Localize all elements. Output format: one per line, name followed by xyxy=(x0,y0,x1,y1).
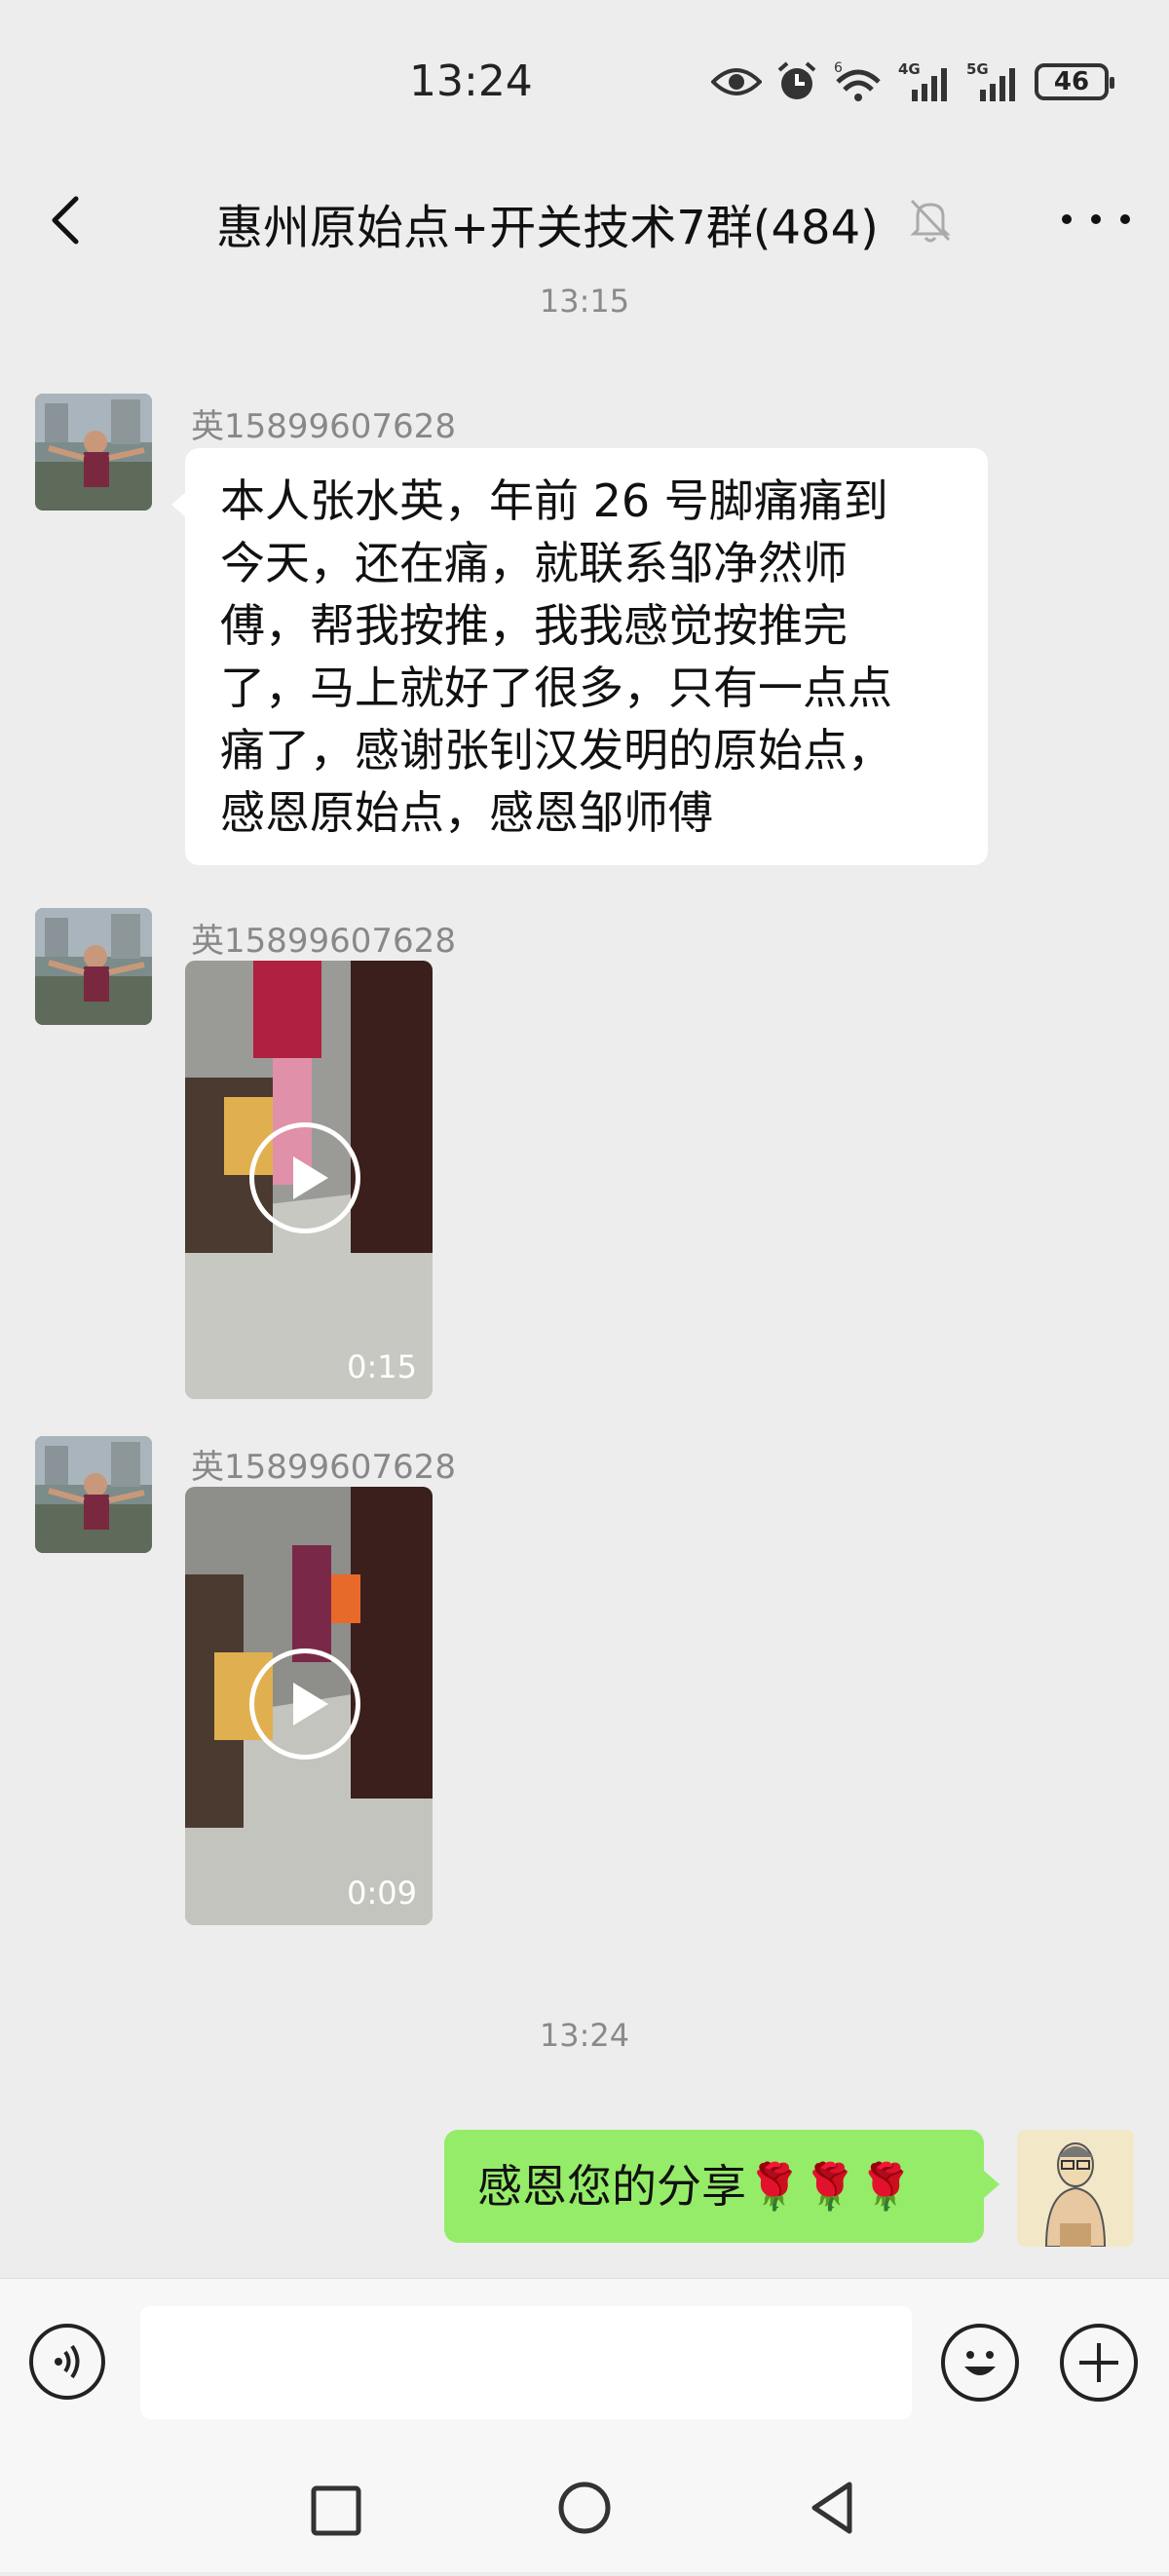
svg-text:4G: 4G xyxy=(898,60,921,78)
more-icon-dot xyxy=(1062,214,1072,224)
svg-text:6: 6 xyxy=(834,60,843,76)
plus-button[interactable] xyxy=(1060,2324,1138,2402)
status-bar: 13:24 6 4G 5G 46 xyxy=(0,0,1169,166)
more-button[interactable] xyxy=(1062,195,1130,244)
avatar[interactable] xyxy=(35,908,152,1025)
message-line: 痛了，感谢张钊汉发明的原始点， xyxy=(220,724,892,777)
eye-icon xyxy=(711,68,762,95)
status-time: 13:24 xyxy=(409,57,533,106)
message-line: 今天，还在痛，就联系邹净然师 xyxy=(220,537,848,589)
chat-title: 惠州原始点+开关技术7群(484) xyxy=(216,201,879,255)
message-line: 了，马上就好了很多，只有一点点 xyxy=(220,662,892,714)
system-nav-bar xyxy=(0,2443,1169,2572)
back-nav-button[interactable] xyxy=(775,2443,892,2572)
avatar[interactable] xyxy=(35,394,152,511)
voice-icon xyxy=(55,2344,80,2379)
video-duration: 0:09 xyxy=(347,1875,417,1912)
sender-name: 英15899607628 xyxy=(191,1448,456,1487)
svg-text:5G: 5G xyxy=(966,60,989,78)
sender-name: 英15899607628 xyxy=(191,407,456,446)
home-icon xyxy=(558,2481,611,2534)
voice-button[interactable] xyxy=(29,2324,105,2400)
home-button[interactable] xyxy=(526,2443,643,2572)
emoji-button[interactable] xyxy=(941,2324,1019,2402)
timestamp: 13:15 xyxy=(539,283,630,320)
sender-name: 英15899607628 xyxy=(191,922,456,961)
self-message-bubble[interactable]: 感恩您的分享🌹🌹🌹 xyxy=(444,2130,999,2243)
emoji-icon xyxy=(964,2351,996,2375)
play-icon xyxy=(249,1648,360,1760)
message-bubble[interactable]: 本人张水英，年前 26 号脚痛痛到 今天，还在痛，就联系邹净然师 傅，帮我按推，… xyxy=(171,448,988,865)
status-icons: 6 4G 5G 46 xyxy=(711,60,1114,103)
video-message[interactable]: 0:09 xyxy=(185,1487,433,1925)
self-avatar[interactable] xyxy=(1017,2130,1134,2247)
back-button[interactable] xyxy=(39,191,97,249)
message-line: 感恩原始点，感恩邹师傅 xyxy=(220,786,713,839)
plus-icon xyxy=(1079,2343,1118,2382)
play-icon xyxy=(249,1122,360,1233)
video-duration: 0:15 xyxy=(347,1348,417,1385)
message-line: 本人张水英，年前 26 号脚痛痛到 xyxy=(220,474,888,527)
wifi-6-icon: 6 xyxy=(834,60,881,101)
alarm-icon xyxy=(777,61,816,99)
recent-apps-icon xyxy=(311,2485,361,2536)
message-input[interactable] xyxy=(140,2306,912,2419)
more-icon-dot xyxy=(1120,214,1130,224)
signal-5g-icon: 5G xyxy=(966,60,1015,101)
chat-header: 惠州原始点+开关技术7群(484) xyxy=(0,166,1169,283)
more-icon-dot xyxy=(1091,214,1101,224)
message-line: 傅，帮我按推，我我感觉按推完 xyxy=(220,599,848,652)
timestamp: 13:24 xyxy=(539,2017,630,2054)
back-icon xyxy=(52,196,79,245)
battery-icon: 46 xyxy=(1035,63,1114,100)
recent-apps-button[interactable] xyxy=(279,2443,396,2572)
mute-bell-icon xyxy=(906,195,955,249)
back-nav-icon xyxy=(811,2481,852,2534)
video-message[interactable]: 0:15 xyxy=(185,961,433,1399)
signal-4g-icon: 4G xyxy=(898,60,947,101)
avatar[interactable] xyxy=(35,1436,152,1553)
input-bar xyxy=(0,2278,1169,2444)
